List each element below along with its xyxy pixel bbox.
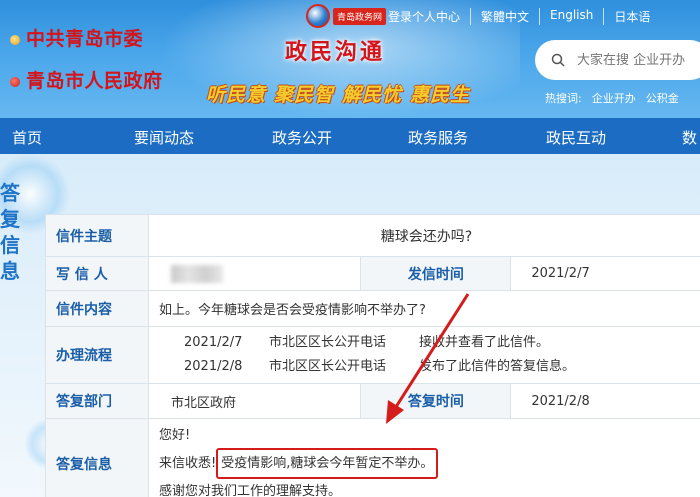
reply-time-label: 答复时间: [360, 383, 512, 419]
table-row: 答复部门 市北区政府 答复时间 2021/2/8: [45, 383, 700, 419]
traditional-chinese-link[interactable]: 繁體中文: [470, 8, 539, 25]
party-committee-label: 中共青岛市委: [26, 28, 144, 50]
reply-time-value: 2021/2/8: [510, 383, 700, 419]
page-title: 政民沟通: [285, 40, 386, 65]
top-links: 登录个人中心 繁體中文 English 日本语: [378, 8, 660, 25]
reply-label: 答复信息: [45, 418, 149, 497]
reply-greeting: 您好!: [159, 428, 191, 443]
slogan-part: 解民忧: [342, 84, 403, 106]
process-step: 2021/2/8 市北区区长公开电话 发布了此信件的答复信息。: [159, 355, 694, 379]
search-input[interactable]: [577, 52, 697, 68]
slogan-part: 听民意: [206, 84, 267, 106]
section-label-char: 复: [0, 207, 20, 231]
reply-value: 您好! 来信收悉! 受疫情影响,糖球会今年暂定不举办。 感谢您对我们工作的理解支持…: [148, 418, 700, 497]
process-action: 发布了此信件的答复信息。: [419, 359, 576, 374]
process-unit: 市北区区长公开电话: [269, 359, 387, 374]
table-row: 信件内容 如上。今年糖球会是否会受疫情影响不举办了?: [45, 290, 700, 327]
hot-search: 热搜词: 企业开办 公积金: [545, 90, 689, 106]
reply-prefix: 来信收悉!: [159, 456, 217, 471]
government-label: 青岛市人民政府: [26, 70, 163, 92]
process-value: 2021/2/7 市北区区长公开电话 接收并查看了此信件。 2021/2/8 市…: [148, 326, 700, 384]
hot-search-label: 热搜词:: [545, 92, 582, 105]
nav-item-news[interactable]: 要闻动态: [134, 127, 194, 148]
login-link[interactable]: 登录个人中心: [378, 8, 470, 25]
english-link[interactable]: English: [539, 8, 603, 25]
globe-icon: [306, 4, 330, 28]
reply-thanks: 感谢您对我们工作的理解支持。: [159, 484, 342, 497]
nav-item-interaction[interactable]: 政民互动: [546, 127, 606, 148]
nav-item-gov-services[interactable]: 政务服务: [408, 127, 468, 148]
content-label: 信件内容: [45, 290, 149, 327]
search-icon[interactable]: [551, 53, 565, 67]
process-unit: 市北区区长公开电话: [269, 335, 387, 350]
letter-table: 信件主题 糖球会还办吗? 写 信 人 发信时间 2021/2/7 信件内容 如上…: [45, 214, 700, 497]
send-time-value: 2021/2/7: [510, 256, 700, 291]
emblem-icon: [10, 34, 20, 45]
send-time-label: 发信时间: [360, 256, 512, 291]
reply-body: 来信收悉! 受疫情影响,糖球会今年暂定不举办。: [159, 448, 694, 479]
process-label: 办理流程: [45, 326, 149, 384]
slogan-part: 聚民智: [274, 84, 335, 106]
writer-value: [147, 256, 362, 291]
site-header: 中共青岛市委 青岛市人民政府 青岛政务网 政民沟通 听民意 聚民智 解民忧 惠民生 登…: [0, 0, 700, 118]
japanese-link[interactable]: 日本语: [603, 8, 660, 25]
reply-dept-value: 市北区政府: [147, 383, 362, 419]
hot-word-link[interactable]: 公积金: [646, 92, 679, 105]
subject-label: 信件主题: [45, 214, 149, 257]
nav-item-data[interactable]: 数: [682, 127, 697, 148]
site-logo[interactable]: 青岛政务网: [306, 3, 387, 29]
reply-dept-label: 答复部门: [45, 383, 149, 419]
government-link[interactable]: 青岛市人民政府: [10, 66, 163, 93]
hot-word-link[interactable]: 企业开办: [592, 92, 636, 105]
table-row: 信件主题 糖球会还办吗?: [45, 214, 700, 257]
table-row: 答复信息 您好! 来信收悉! 受疫情影响,糖球会今年暂定不举办。 感谢您对我们工作…: [45, 418, 700, 497]
slogan-part: 惠民生: [410, 84, 471, 106]
process-action: 接收并查看了此信件。: [419, 335, 550, 350]
main-nav: 首页 要闻动态 政务公开 政务服务 政民互动 数: [0, 118, 700, 154]
party-committee-link[interactable]: 中共青岛市委: [10, 24, 143, 51]
content-value: 如上。今年糖球会是否会受疫情影响不举办了?: [148, 290, 700, 327]
process-date: 2021/2/8: [184, 359, 243, 374]
table-row: 办理流程 2021/2/7 市北区区长公开电话 接收并查看了此信件。 2021/…: [45, 326, 700, 384]
emblem-icon: [10, 76, 20, 87]
section-label-char: 信: [0, 233, 20, 257]
redacted-name: [171, 264, 223, 283]
writer-label: 写 信 人: [45, 256, 149, 291]
section-label-char: 答: [0, 181, 20, 205]
process-step: 2021/2/7 市北区区长公开电话 接收并查看了此信件。: [159, 331, 694, 355]
process-date: 2021/2/7: [184, 335, 243, 350]
slogan: 听民意 聚民智 解民忧 惠民生: [206, 80, 478, 107]
highlight-box: 受疫情影响,糖球会今年暂定不举办。: [216, 448, 439, 479]
nav-item-home[interactable]: 首页: [12, 127, 42, 148]
subject-value: 糖球会还办吗?: [148, 214, 700, 257]
table-row: 写 信 人 发信时间 2021/2/7: [45, 256, 700, 291]
search-box: [535, 40, 700, 80]
section-label: 答 复 信 息: [0, 180, 22, 284]
section-label-char: 息: [0, 259, 20, 283]
nav-item-gov-affairs[interactable]: 政务公开: [272, 127, 332, 148]
